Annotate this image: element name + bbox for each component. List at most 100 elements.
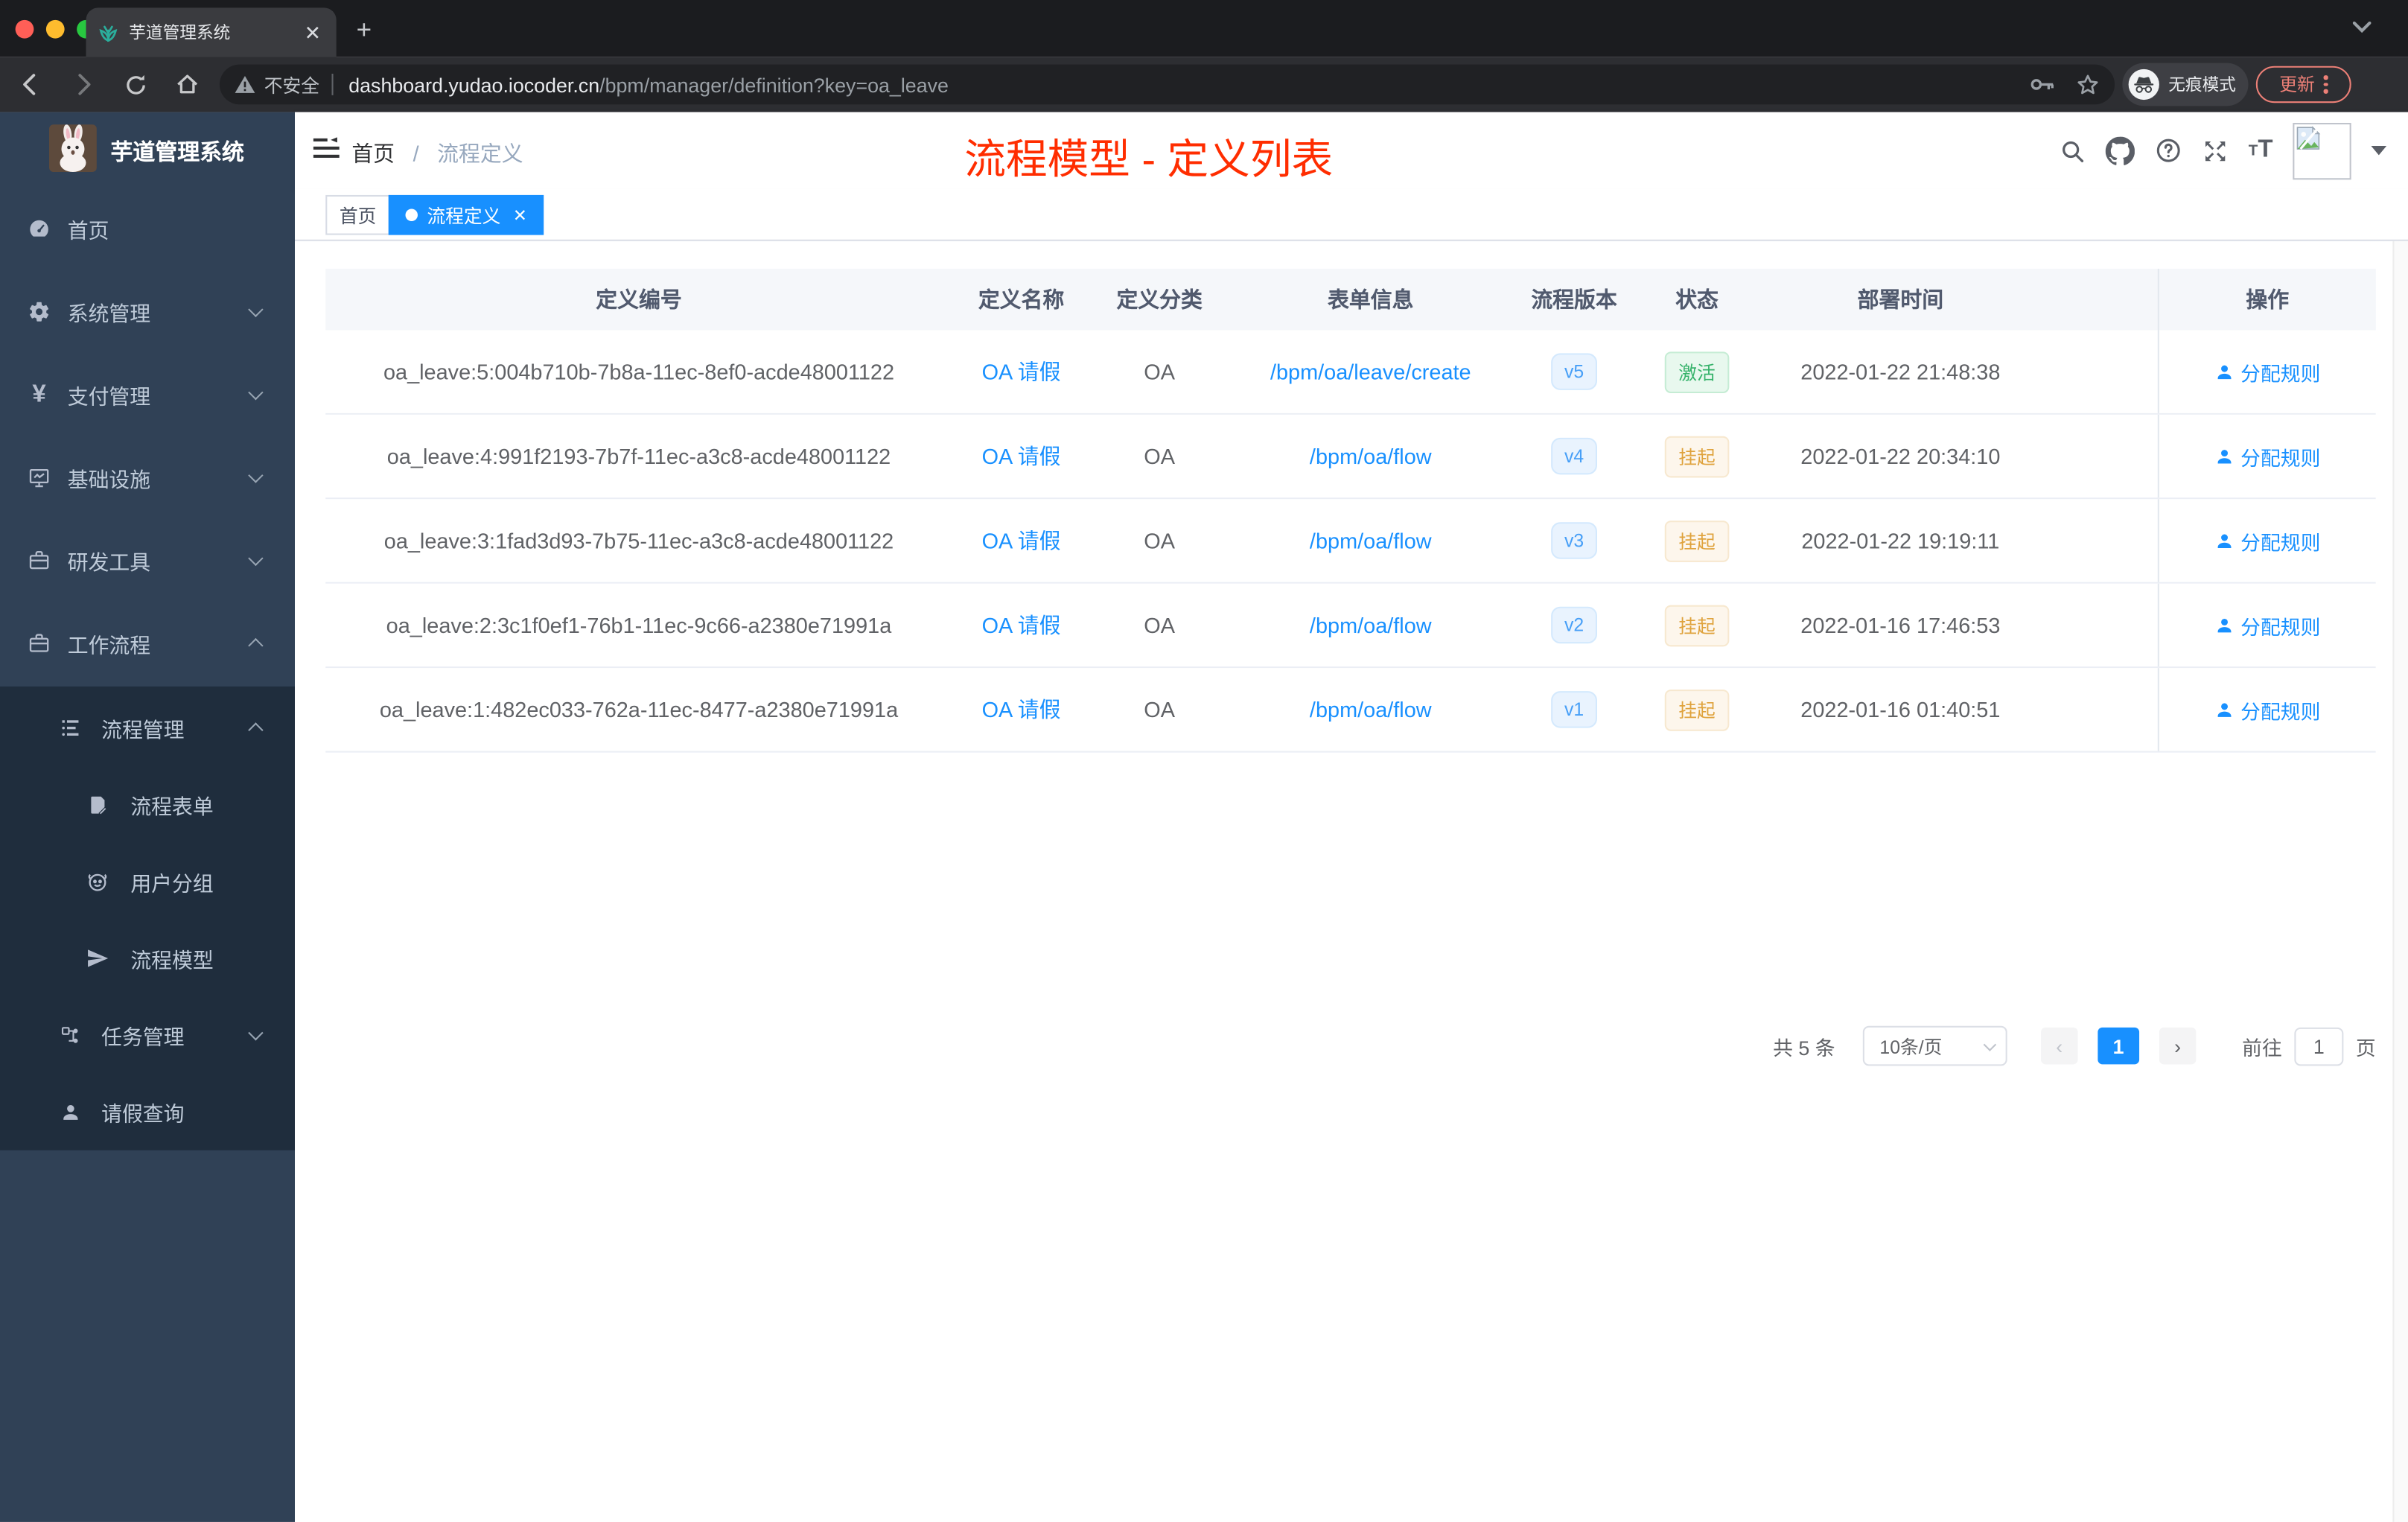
update-label[interactable]: 更新 <box>2279 72 2314 97</box>
filler-cell <box>2042 499 2158 582</box>
form-info-link[interactable]: /bpm/oa/leave/create <box>1270 360 1471 384</box>
smiley-face-icon <box>86 870 109 893</box>
logo-rabbit-avatar <box>49 124 97 172</box>
tag-home[interactable]: 首页 <box>325 194 390 235</box>
assign-rule-link[interactable]: 分配规则 <box>2214 442 2320 471</box>
sidebar-item-process-management[interactable]: 流程管理 <box>0 690 295 766</box>
goto-page-input[interactable] <box>2294 1026 2344 1066</box>
breadcrumb-home[interactable]: 首页 <box>351 141 395 166</box>
scrollbar[interactable] <box>2392 241 2408 1522</box>
chevron-up-icon <box>248 637 264 654</box>
table-header: 定义编号 定义名称 定义分类 表单信息 流程版本 状态 部署时间 操作 <box>325 268 2376 331</box>
sidebar-item-process-form[interactable]: 流程表单 <box>0 766 295 843</box>
form-info-link[interactable]: /bpm/oa/flow <box>1310 444 1432 468</box>
tag-close-icon[interactable]: ✕ <box>513 205 527 225</box>
url-host: dashboard.yudao.iocoder.cn <box>348 72 600 96</box>
breadcrumb-separator: / <box>413 141 419 166</box>
avatar-dropdown-caret-icon[interactable] <box>2371 145 2387 156</box>
tab-search-chevron-icon[interactable] <box>2352 14 2372 42</box>
table-row: oa_leave:1:482ec033-762a-11ec-8477-a2380… <box>325 668 2376 753</box>
search-icon[interactable] <box>2060 138 2086 164</box>
form-info-link[interactable]: /bpm/oa/flow <box>1310 613 1432 637</box>
font-size-icon[interactable]: TT <box>2249 137 2273 165</box>
close-window-button[interactable] <box>15 19 34 39</box>
favicon-plant-icon <box>99 25 118 42</box>
back-button[interactable] <box>9 63 52 106</box>
definition-category: OA <box>1144 528 1176 553</box>
page-size-select[interactable]: 10条/页 <box>1862 1025 2007 1066</box>
definition-category: OA <box>1144 444 1176 469</box>
sidebar-item-payment[interactable]: ¥ 支付管理 <box>0 353 295 436</box>
brand-row[interactable]: 芋道管理系统 <box>0 112 295 186</box>
sidebar-item-home[interactable]: 首页 <box>0 188 295 270</box>
definition-name-link[interactable]: OA 请假 <box>982 694 1061 725</box>
sidebar-collapse-icon[interactable] <box>313 137 340 168</box>
form-info-link[interactable]: /bpm/oa/flow <box>1310 697 1432 722</box>
security-label[interactable]: 不安全 <box>264 71 319 98</box>
definition-category: OA <box>1144 697 1176 722</box>
assign-rule-link[interactable]: 分配规则 <box>2214 526 2320 555</box>
help-question-icon[interactable] <box>2155 137 2182 165</box>
version-badge[interactable]: v5 <box>1550 353 1598 390</box>
browser-menu-icon[interactable] <box>2324 75 2328 94</box>
sidebar-item-workflow[interactable]: 工作流程 <box>0 602 295 685</box>
minimize-window-button[interactable] <box>45 19 65 39</box>
address-bar[interactable]: 不安全 dashboard.yudao.iocoder.cn/bpm/manag… <box>219 64 2115 105</box>
password-key-icon[interactable] <box>2030 77 2055 92</box>
assign-rule-link[interactable]: 分配规则 <box>2214 357 2320 386</box>
browser-update-button[interactable]: 更新 <box>2255 66 2351 104</box>
person-icon <box>2217 364 2232 379</box>
sidebar-item-user-group[interactable]: 用户分组 <box>0 843 295 920</box>
tab-title: 芋道管理系统 <box>129 25 231 43</box>
fullscreen-icon[interactable] <box>2202 138 2229 164</box>
assign-rule-label: 分配规则 <box>2240 530 2321 554</box>
prev-page-button[interactable]: ‹ <box>2040 1027 2078 1065</box>
current-page-button[interactable]: 1 <box>2098 1027 2139 1065</box>
column-header: 定义名称 <box>978 287 1065 312</box>
definition-name-link[interactable]: OA 请假 <box>982 525 1061 555</box>
tag-process-definition[interactable]: 流程定义 ✕ <box>388 194 544 235</box>
definition-table: 定义编号 定义名称 定义分类 表单信息 流程版本 状态 部署时间 操作 oa_l… <box>325 268 2376 753</box>
definition-name-link[interactable]: OA 请假 <box>982 357 1061 387</box>
version-badge[interactable]: v1 <box>1550 691 1598 728</box>
chevron-down-icon <box>1983 1038 1997 1051</box>
forward-button[interactable] <box>62 63 105 106</box>
version-badge[interactable]: v4 <box>1550 437 1598 475</box>
definition-name-link[interactable]: OA 请假 <box>982 441 1061 471</box>
assign-rule-link[interactable]: 分配规则 <box>2214 695 2320 724</box>
browser-tab[interactable]: 芋道管理系统 ✕ <box>86 7 337 57</box>
home-button[interactable] <box>166 63 209 106</box>
chevron-down-icon <box>248 468 264 483</box>
definition-id: oa_leave:3:1fad3d93-7b75-11ec-a3c8-acde4… <box>383 528 894 553</box>
window-controls[interactable] <box>15 19 95 39</box>
form-info-link[interactable]: /bpm/oa/flow <box>1310 529 1432 553</box>
chevron-down-icon <box>248 550 264 567</box>
definition-name-link[interactable]: OA 请假 <box>982 610 1061 640</box>
next-page-button[interactable]: › <box>2159 1027 2197 1065</box>
sidebar-item-label: 流程表单 <box>130 795 214 819</box>
bookmark-star-icon[interactable] <box>2077 73 2100 96</box>
list-icon <box>58 716 81 739</box>
table-row: oa_leave:4:991f2193-7b7f-11ec-a3c8-acde4… <box>325 414 2376 500</box>
sidebar-item-process-model[interactable]: 流程模型 <box>0 920 295 996</box>
tab-close-icon[interactable]: ✕ <box>301 22 324 42</box>
not-secure-warning-icon <box>235 75 255 93</box>
github-icon[interactable] <box>2105 136 2135 165</box>
breadcrumb-current: 流程定义 <box>437 141 523 166</box>
status-badge: 挂起 <box>1664 435 1730 477</box>
sidebar-item-leave-query[interactable]: 请假查询 <box>0 1074 295 1150</box>
tag-label: 流程定义 <box>427 205 501 227</box>
definition-category: OA <box>1144 612 1176 637</box>
sidebar-item-label: 系统管理 <box>67 302 151 326</box>
sidebar-item-system[interactable]: 系统管理 <box>0 270 295 353</box>
assign-rule-label: 分配规则 <box>2240 361 2321 385</box>
sidebar-item-dev-tools[interactable]: 研发工具 <box>0 519 295 602</box>
sidebar-item-task-management[interactable]: 任务管理 <box>0 997 295 1074</box>
new-tab-button[interactable]: + <box>345 13 383 50</box>
assign-rule-link[interactable]: 分配规则 <box>2214 611 2320 640</box>
reload-button[interactable] <box>114 63 157 106</box>
version-badge[interactable]: v3 <box>1550 522 1598 559</box>
avatar[interactable] <box>2293 121 2351 179</box>
sidebar-item-infrastructure[interactable]: 基础设施 <box>0 436 295 519</box>
version-badge[interactable]: v2 <box>1550 606 1598 644</box>
